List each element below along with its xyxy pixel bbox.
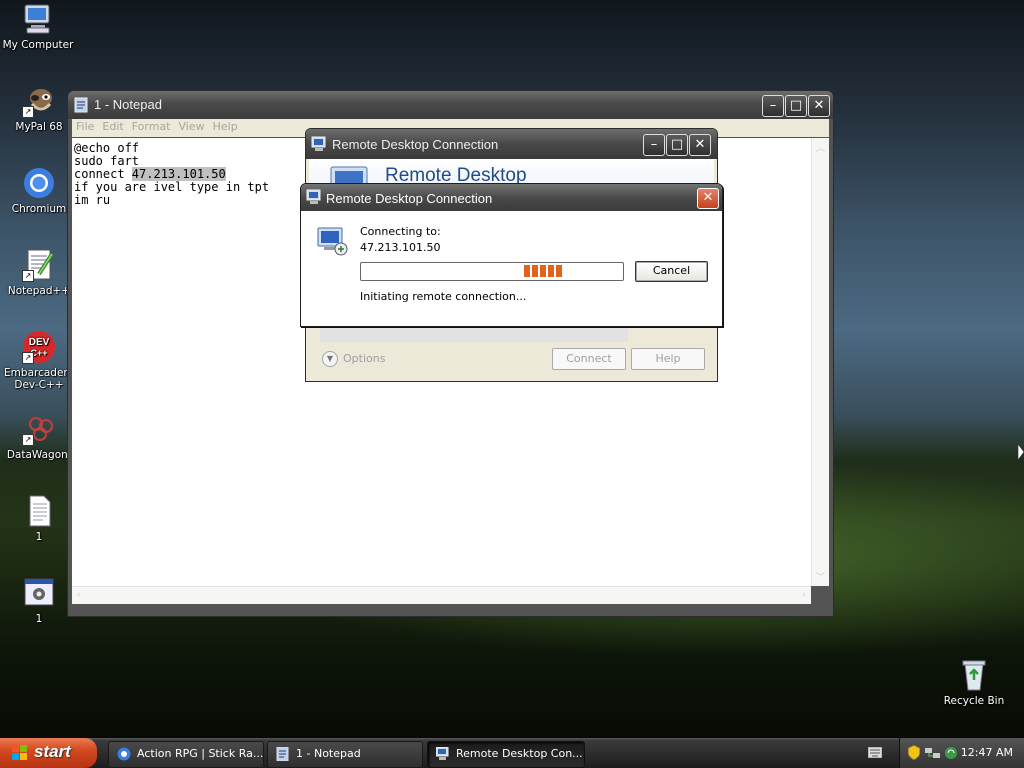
help-button[interactable]: Help [631,348,705,370]
chevron-down-icon: ▼ [322,351,338,367]
selected-text: 47.213.101.50 [131,167,226,181]
desktop-icon-label: My Computer [2,39,74,51]
connection-status: Initiating remote connection... [360,290,527,303]
notepadpp-icon: ↗ [22,248,56,282]
maximize-button[interactable]: □ [785,95,807,117]
shortcut-arrow-icon: ↗ [22,434,34,446]
maximize-icon: □ [789,98,803,113]
menu-edit[interactable]: Edit [98,119,127,134]
taskbar-item-chromium[interactable]: Action RPG | Stick Ra... [108,741,264,768]
notepad-titlebar[interactable]: 1 - Notepad – □ ✕ [68,91,833,119]
dialog-titlebar[interactable]: Remote Desktop Connection ✕ [301,184,722,211]
text-file-icon [22,494,56,528]
progress-block [532,265,538,277]
taskbar-clock[interactable]: 12:47 AM [961,746,1013,759]
close-button[interactable]: ✕ [808,95,830,117]
editor-line-prefix: connect [74,167,132,181]
progress-block [548,265,554,277]
datawagon-icon: ↗ [22,412,56,446]
chromium-icon [117,746,131,761]
taskbar-item-label: 1 - Notepad [296,747,361,760]
connection-progress-bar [360,262,624,281]
shortcut-arrow-icon: ↗ [22,270,34,282]
taskbar-item-label: Remote Desktop Con... [456,747,583,760]
rdc-connecting-dialog[interactable]: Remote Desktop Connection ✕ Connecting t… [300,183,723,327]
remote-computer-icon [315,224,349,261]
taskbar-item-rdc[interactable]: Remote Desktop Con... [427,741,585,768]
devcpp-icon: DEV C++ ↗ [22,330,56,364]
scroll-up-icon[interactable]: ︿ [816,141,825,154]
maximize-button[interactable]: □ [666,134,688,156]
shortcut-arrow-icon: ↗ [22,352,34,364]
minimize-button[interactable]: – [643,134,665,156]
desktop-icon-label: Recycle Bin [943,695,1005,707]
vertical-scrollbar[interactable]: ︿ ﹀ [811,138,829,586]
connect-button[interactable]: Connect [552,348,626,370]
rdc-icon [435,746,450,760]
rdc-icon [306,189,322,208]
minimize-button[interactable]: – [762,95,784,117]
recycle-bin-icon [957,658,991,692]
minimize-icon: – [650,137,658,152]
rdc-icon [311,136,327,155]
menu-view[interactable]: View [175,119,209,134]
batch-file-icon [22,576,56,610]
taskbar-item-notepad[interactable]: 1 - Notepad [267,741,423,768]
taskbar-item-label: Action RPG | Stick Ra... [137,747,264,760]
mypal-icon: ↗ [22,84,56,118]
notepad-icon [276,746,290,762]
close-button[interactable]: ✕ [689,134,711,156]
scroll-right-icon[interactable]: › [802,590,806,600]
notepad-icon [74,97,88,116]
mouse-cursor-icon [1017,443,1024,463]
windows-logo-icon [12,745,28,761]
close-icon: ✕ [702,190,714,205]
keyboard-icon[interactable] [867,746,883,759]
dialog-title: Remote Desktop Connection [326,191,493,206]
connecting-label: Connecting to: [360,225,441,238]
chromium-icon [22,166,56,200]
menu-help[interactable]: Help [209,119,242,134]
window-title: 1 - Notepad [94,97,162,112]
desktop-icon-my-computer[interactable]: My Computer [0,2,78,51]
dialog-body: Connecting to: 47.213.101.50 Cancel Init… [304,211,719,323]
sync-icon[interactable] [944,746,958,763]
connection-address: 47.213.101.50 [360,241,441,254]
maximize-icon: □ [670,137,684,152]
close-button[interactable]: ✕ [697,188,719,209]
close-icon: ✕ [813,98,825,113]
taskbar: start Action RPG | Stick Ra... 1 - Notep… [0,738,1024,768]
horizontal-scrollbar[interactable]: ‹ › [72,586,811,604]
cancel-button[interactable]: Cancel [635,261,708,282]
close-icon: ✕ [694,137,706,152]
rdc-titlebar[interactable]: Remote Desktop Connection – □ ✕ [306,129,717,159]
options-toggle[interactable]: ▼ Options [322,351,385,367]
window-title: Remote Desktop Connection [332,137,499,152]
scroll-down-icon[interactable]: ﹀ [816,570,825,583]
progress-block [524,265,530,277]
progress-block [556,265,562,277]
minimize-icon: – [769,98,777,113]
computer-icon [21,2,55,36]
progress-block [540,265,546,277]
scroll-left-icon[interactable]: ‹ [77,590,81,600]
rdc-placeholder-bar [320,326,628,342]
network-icon[interactable] [925,746,941,763]
start-label: start [34,742,71,761]
menu-file[interactable]: File [72,119,98,134]
desktop-icon-recycle-bin[interactable]: Recycle Bin [934,658,1014,707]
menu-format[interactable]: Format [128,119,175,134]
svg-text:DEV: DEV [29,337,50,348]
security-shield-icon[interactable] [907,744,921,763]
shortcut-arrow-icon: ↗ [22,106,34,118]
options-label: Options [343,352,386,365]
start-button[interactable]: start [0,738,97,768]
system-tray: 12:47 AM [899,738,1024,768]
